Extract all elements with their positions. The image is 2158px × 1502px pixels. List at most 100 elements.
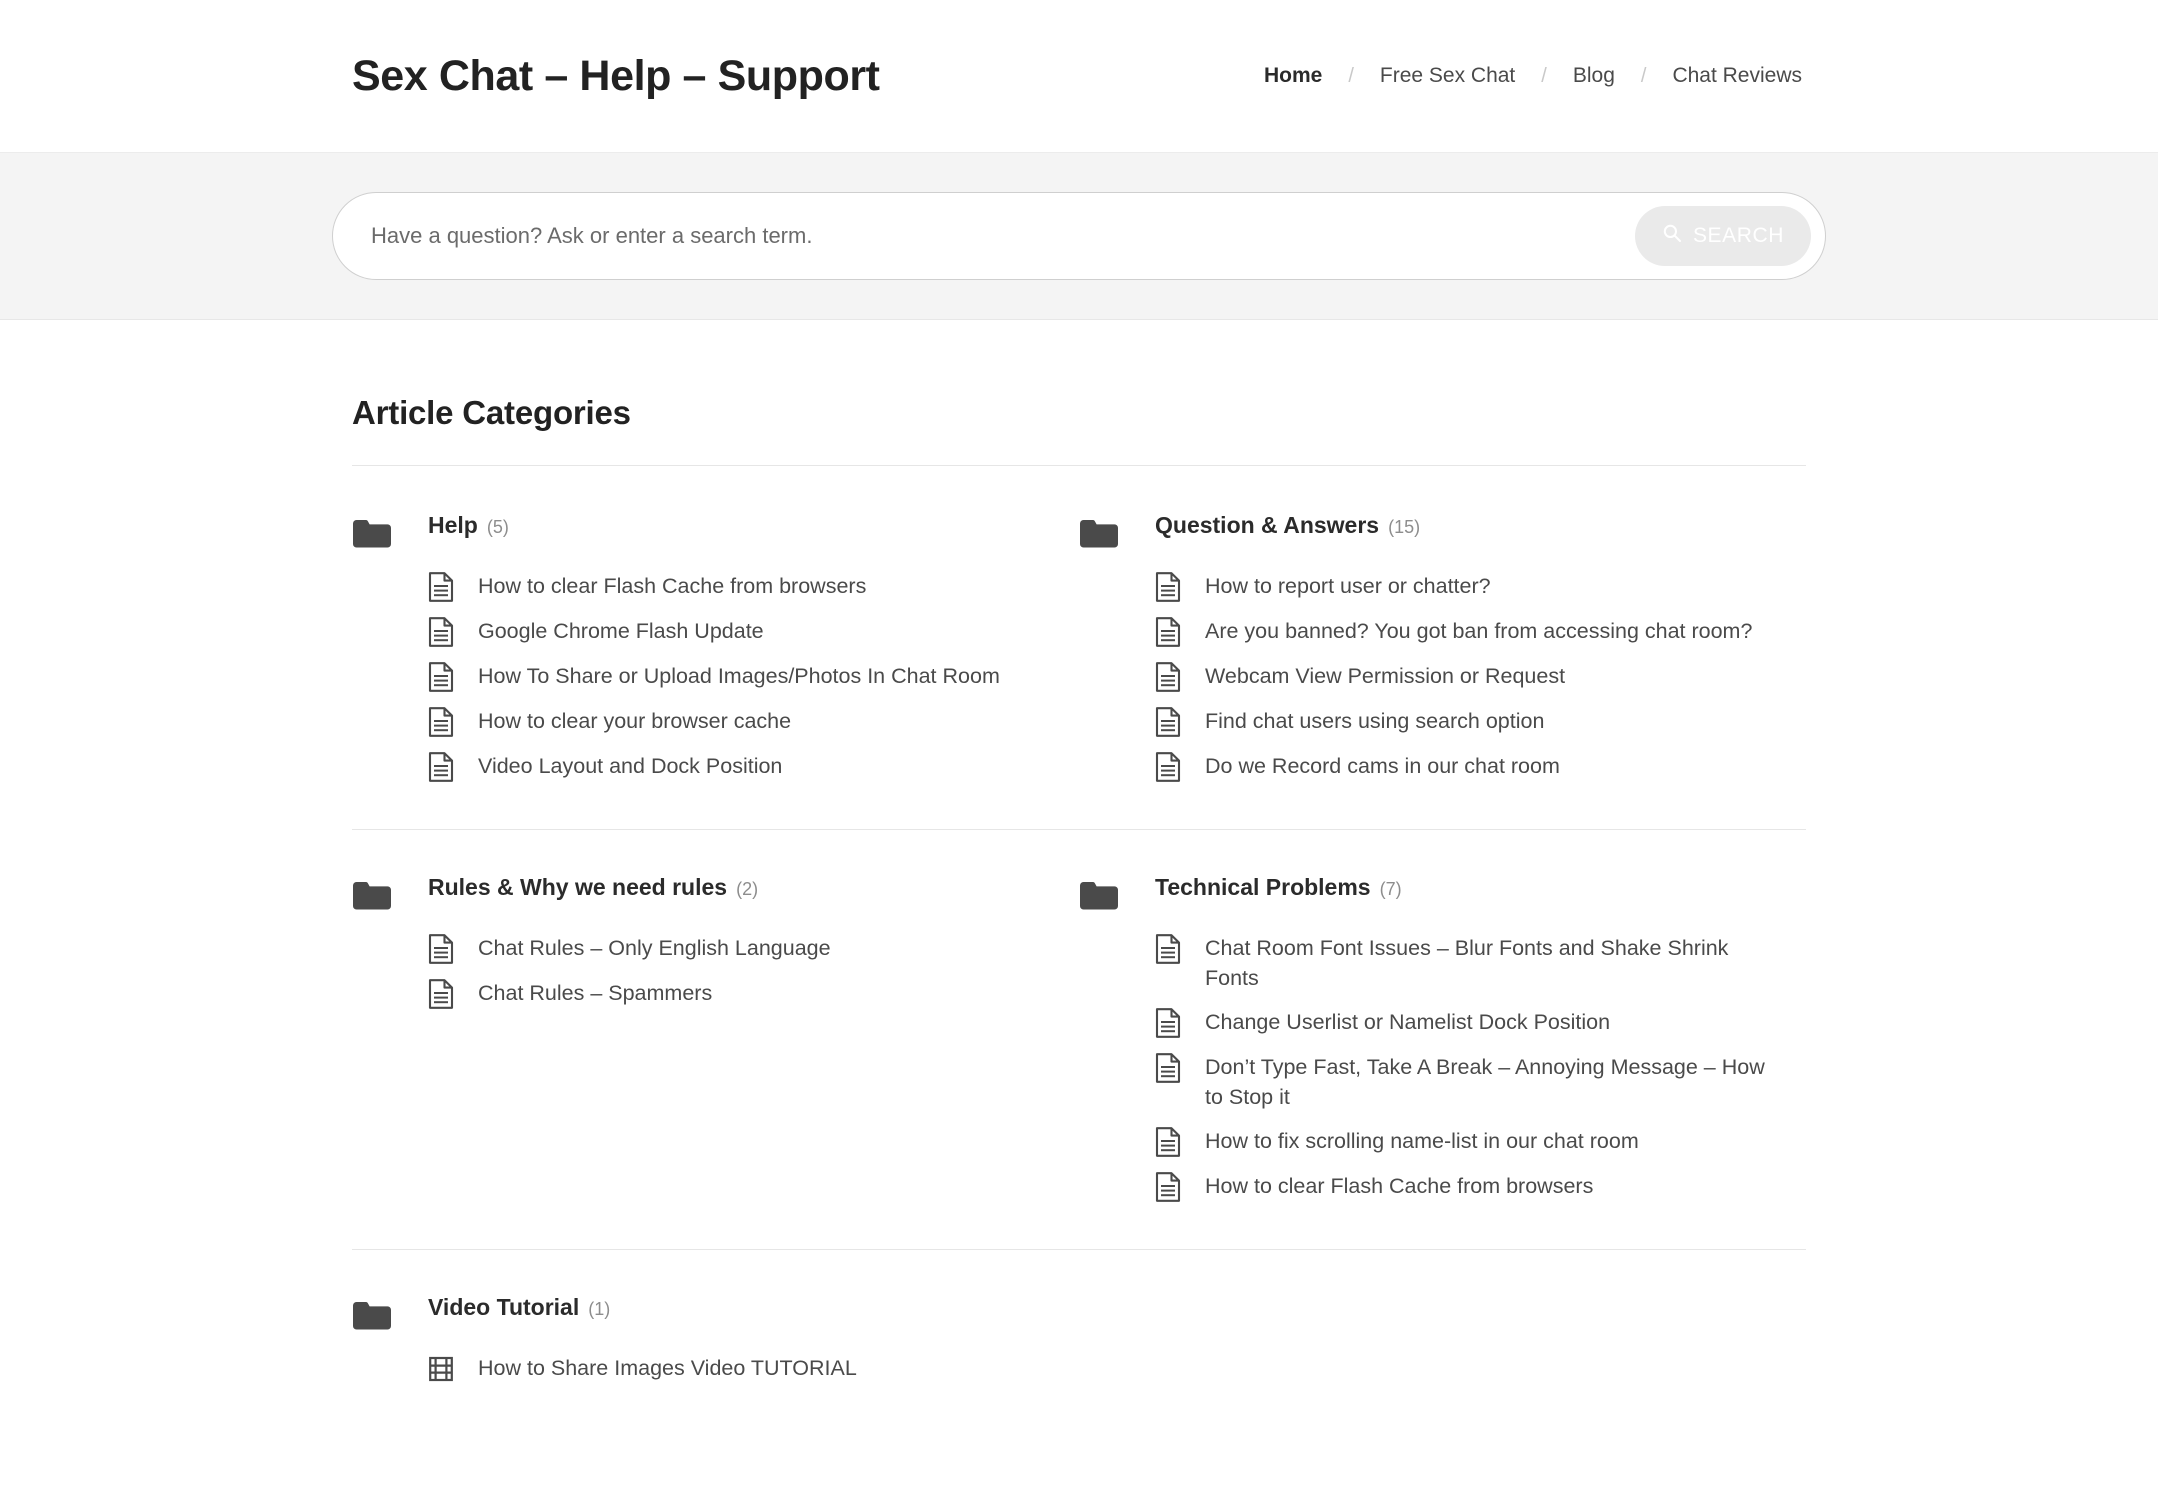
article-list: Chat Room Font Issues – Blur Fonts and S…	[1155, 933, 1766, 1202]
folder-icon	[352, 1298, 392, 1331]
article-list: Chat Rules – Only English Language Chat …	[428, 933, 1039, 1009]
category-count: (5)	[486, 517, 509, 537]
category-technical-problems: Technical Problems (7) Chat Room Font Is…	[1079, 874, 1806, 1216]
article-link[interactable]: Chat Rules – Spammers	[478, 978, 712, 1008]
document-icon	[428, 934, 454, 964]
header-inner: Sex Chat – Help – Support Home / Free Se…	[0, 52, 2158, 101]
article-link[interactable]: Do we Record cams in our chat room	[1205, 751, 1560, 781]
document-icon	[428, 979, 454, 1009]
list-item[interactable]: Change Userlist or Namelist Dock Positio…	[1155, 1007, 1766, 1038]
article-link[interactable]: Google Chrome Flash Update	[478, 616, 764, 646]
document-icon	[428, 572, 454, 602]
document-icon	[1155, 617, 1181, 647]
document-icon	[428, 662, 454, 692]
article-list: How to Share Images Video TUTORIAL	[428, 1353, 1039, 1384]
list-item[interactable]: How to clear Flash Cache from browsers	[428, 571, 1039, 602]
search-button[interactable]: SEARCH	[1635, 206, 1811, 266]
article-link[interactable]: Chat Rules – Only English Language	[478, 933, 831, 963]
list-item[interactable]: How to Share Images Video TUTORIAL	[428, 1353, 1039, 1384]
category-header[interactable]: Question & Answers (15)	[1079, 512, 1766, 549]
list-item[interactable]: How to clear your browser cache	[428, 706, 1039, 737]
article-link[interactable]: How to fix scrolling name-list in our ch…	[1205, 1126, 1639, 1156]
document-icon	[1155, 1053, 1181, 1083]
nav-item-chat-reviews[interactable]: Chat Reviews	[1668, 64, 1806, 88]
nav-separator: /	[1348, 64, 1354, 87]
category-row: Rules & Why we need rules (2) Chat Rules…	[352, 830, 1806, 1216]
article-link[interactable]: Video Layout and Dock Position	[478, 751, 782, 781]
category-title-wrap: Video Tutorial (1)	[428, 1294, 610, 1321]
list-item[interactable]: Are you banned? You got ban from accessi…	[1155, 616, 1766, 647]
folder-icon	[1079, 516, 1119, 549]
main-content: Article Categories Help (5) How to clear…	[0, 320, 2158, 1398]
category-rules: Rules & Why we need rules (2) Chat Rules…	[352, 874, 1079, 1216]
list-item[interactable]: Webcam View Permission or Request	[1155, 661, 1766, 692]
article-list: How to clear Flash Cache from browsers G…	[428, 571, 1039, 782]
document-icon	[1155, 707, 1181, 737]
nav-item-home[interactable]: Home	[1260, 64, 1326, 88]
nav-item-blog[interactable]: Blog	[1569, 64, 1619, 88]
article-link[interactable]: Chat Room Font Issues – Blur Fonts and S…	[1205, 933, 1766, 993]
search-band: SEARCH	[0, 153, 2158, 320]
list-item[interactable]: Chat Rules – Spammers	[428, 978, 1039, 1009]
list-item[interactable]: Chat Rules – Only English Language	[428, 933, 1039, 964]
category-title: Technical Problems	[1155, 874, 1371, 900]
document-icon	[1155, 1008, 1181, 1038]
document-icon	[1155, 1127, 1181, 1157]
category-help: Help (5) How to clear Flash Cache from b…	[352, 512, 1079, 796]
list-item[interactable]: How to report user or chatter?	[1155, 571, 1766, 602]
category-title: Video Tutorial	[428, 1294, 580, 1320]
document-icon	[1155, 752, 1181, 782]
article-link[interactable]: Are you banned? You got ban from accessi…	[1205, 616, 1752, 646]
nav-separator: /	[1541, 64, 1547, 87]
article-link[interactable]: Don’t Type Fast, Take A Break – Annoying…	[1205, 1052, 1766, 1112]
article-link[interactable]: Webcam View Permission or Request	[1205, 661, 1565, 691]
nav-item-free-sex-chat[interactable]: Free Sex Chat	[1376, 64, 1519, 88]
document-icon	[428, 617, 454, 647]
search-input[interactable]	[371, 193, 1635, 279]
article-link[interactable]: How to clear Flash Cache from browsers	[478, 571, 866, 601]
article-link[interactable]: How to report user or chatter?	[1205, 571, 1491, 601]
folder-icon	[352, 878, 392, 911]
category-header[interactable]: Video Tutorial (1)	[352, 1294, 1039, 1331]
list-item[interactable]: How to clear Flash Cache from browsers	[1155, 1171, 1766, 1202]
section-title: Article Categories	[352, 394, 631, 431]
article-list: How to report user or chatter? Are you b…	[1155, 571, 1766, 782]
article-link[interactable]: Find chat users using search option	[1205, 706, 1544, 736]
document-icon	[428, 707, 454, 737]
document-icon	[1155, 934, 1181, 964]
category-header[interactable]: Technical Problems (7)	[1079, 874, 1766, 911]
article-link[interactable]: Change Userlist or Namelist Dock Positio…	[1205, 1007, 1610, 1037]
main-nav: Home / Free Sex Chat / Blog / Chat Revie…	[1260, 64, 1806, 88]
list-item[interactable]: Don’t Type Fast, Take A Break – Annoying…	[1155, 1052, 1766, 1112]
category-title-wrap: Help (5)	[428, 512, 509, 539]
article-link[interactable]: How to Share Images Video TUTORIAL	[478, 1353, 857, 1383]
list-item[interactable]: Google Chrome Flash Update	[428, 616, 1039, 647]
category-header[interactable]: Rules & Why we need rules (2)	[352, 874, 1039, 911]
document-icon	[1155, 572, 1181, 602]
category-video-tutorial: Video Tutorial (1) How to Share Images V…	[352, 1294, 1079, 1398]
category-count: (15)	[1388, 517, 1421, 537]
category-title-wrap: Technical Problems (7)	[1155, 874, 1402, 901]
article-link[interactable]: How to clear Flash Cache from browsers	[1205, 1171, 1593, 1201]
category-question-answers: Question & Answers (15) How to report us…	[1079, 512, 1806, 796]
category-title: Help	[428, 512, 478, 538]
folder-icon	[352, 516, 392, 549]
list-item[interactable]: Do we Record cams in our chat room	[1155, 751, 1766, 782]
folder-icon	[1079, 878, 1119, 911]
document-icon	[1155, 662, 1181, 692]
category-header[interactable]: Help (5)	[352, 512, 1039, 549]
article-link[interactable]: How to clear your browser cache	[478, 706, 791, 736]
category-title-wrap: Rules & Why we need rules (2)	[428, 874, 758, 901]
search-box[interactable]: SEARCH	[332, 192, 1826, 280]
list-item[interactable]: Chat Room Font Issues – Blur Fonts and S…	[1155, 933, 1766, 993]
list-item[interactable]: Video Layout and Dock Position	[428, 751, 1039, 782]
category-count: (7)	[1379, 879, 1402, 899]
category-count: (1)	[588, 1299, 611, 1319]
list-item[interactable]: Find chat users using search option	[1155, 706, 1766, 737]
list-item[interactable]: How To Share or Upload Images/Photos In …	[428, 661, 1039, 692]
category-count: (2)	[736, 879, 759, 899]
category-row: Help (5) How to clear Flash Cache from b…	[352, 466, 1806, 796]
list-item[interactable]: How to fix scrolling name-list in our ch…	[1155, 1126, 1766, 1157]
document-icon	[428, 752, 454, 782]
article-link[interactable]: How To Share or Upload Images/Photos In …	[478, 661, 1000, 691]
